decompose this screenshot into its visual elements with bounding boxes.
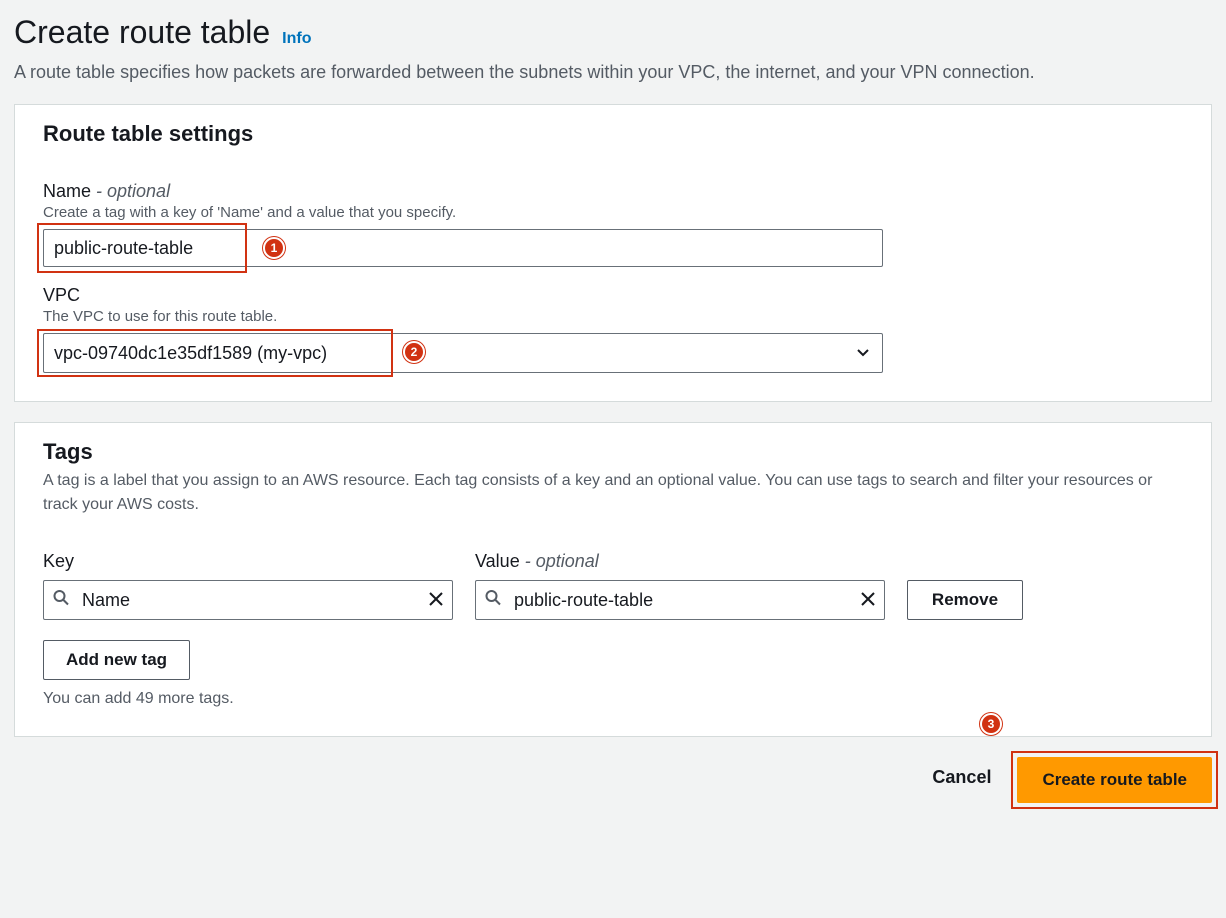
- remove-tag-button[interactable]: Remove: [907, 580, 1023, 620]
- page-title: Create route table: [14, 14, 270, 51]
- settings-panel-title: Route table settings: [43, 121, 1183, 147]
- search-icon: [53, 590, 69, 611]
- close-icon[interactable]: [861, 590, 875, 610]
- tag-value-optional-suffix: - optional: [520, 551, 599, 571]
- tag-key-label: Key: [43, 551, 453, 572]
- search-icon: [485, 590, 501, 611]
- add-new-tag-button[interactable]: Add new tag: [43, 640, 190, 680]
- name-field-help: Create a tag with a key of 'Name' and a …: [43, 204, 1183, 221]
- info-link[interactable]: Info: [282, 30, 311, 48]
- vpc-field: VPC The VPC to use for this route table.…: [43, 285, 1183, 373]
- vpc-field-help: The VPC to use for this route table.: [43, 308, 1183, 325]
- tag-key-input[interactable]: [43, 580, 453, 620]
- page-description: A route table specifies how packets are …: [14, 59, 1212, 86]
- name-field-label: Name: [43, 181, 91, 201]
- cancel-button[interactable]: Cancel: [924, 757, 999, 803]
- tag-limit-text: You can add 49 more tags.: [43, 690, 1183, 708]
- name-optional-suffix: - optional: [91, 181, 170, 201]
- close-icon[interactable]: [429, 590, 443, 610]
- tags-panel-title: Tags: [43, 439, 1183, 465]
- tags-panel: Tags A tag is a label that you assign to…: [14, 422, 1212, 737]
- footer-actions: Cancel Create route table 3: [14, 757, 1212, 803]
- vpc-field-label: VPC: [43, 285, 1183, 306]
- tag-row: Key Value - optional: [43, 551, 1183, 620]
- create-route-table-button[interactable]: Create route table: [1017, 757, 1212, 803]
- route-table-settings-panel: Route table settings Name - optional Cre…: [14, 104, 1212, 402]
- tag-value-input[interactable]: [475, 580, 885, 620]
- name-input[interactable]: [43, 229, 883, 267]
- tags-panel-description: A tag is a label that you assign to an A…: [43, 469, 1183, 517]
- tag-value-label: Value: [475, 551, 520, 571]
- name-field: Name - optional Create a tag with a key …: [43, 181, 1183, 267]
- vpc-select[interactable]: vpc-09740dc1e35df1589 (my-vpc): [43, 333, 883, 373]
